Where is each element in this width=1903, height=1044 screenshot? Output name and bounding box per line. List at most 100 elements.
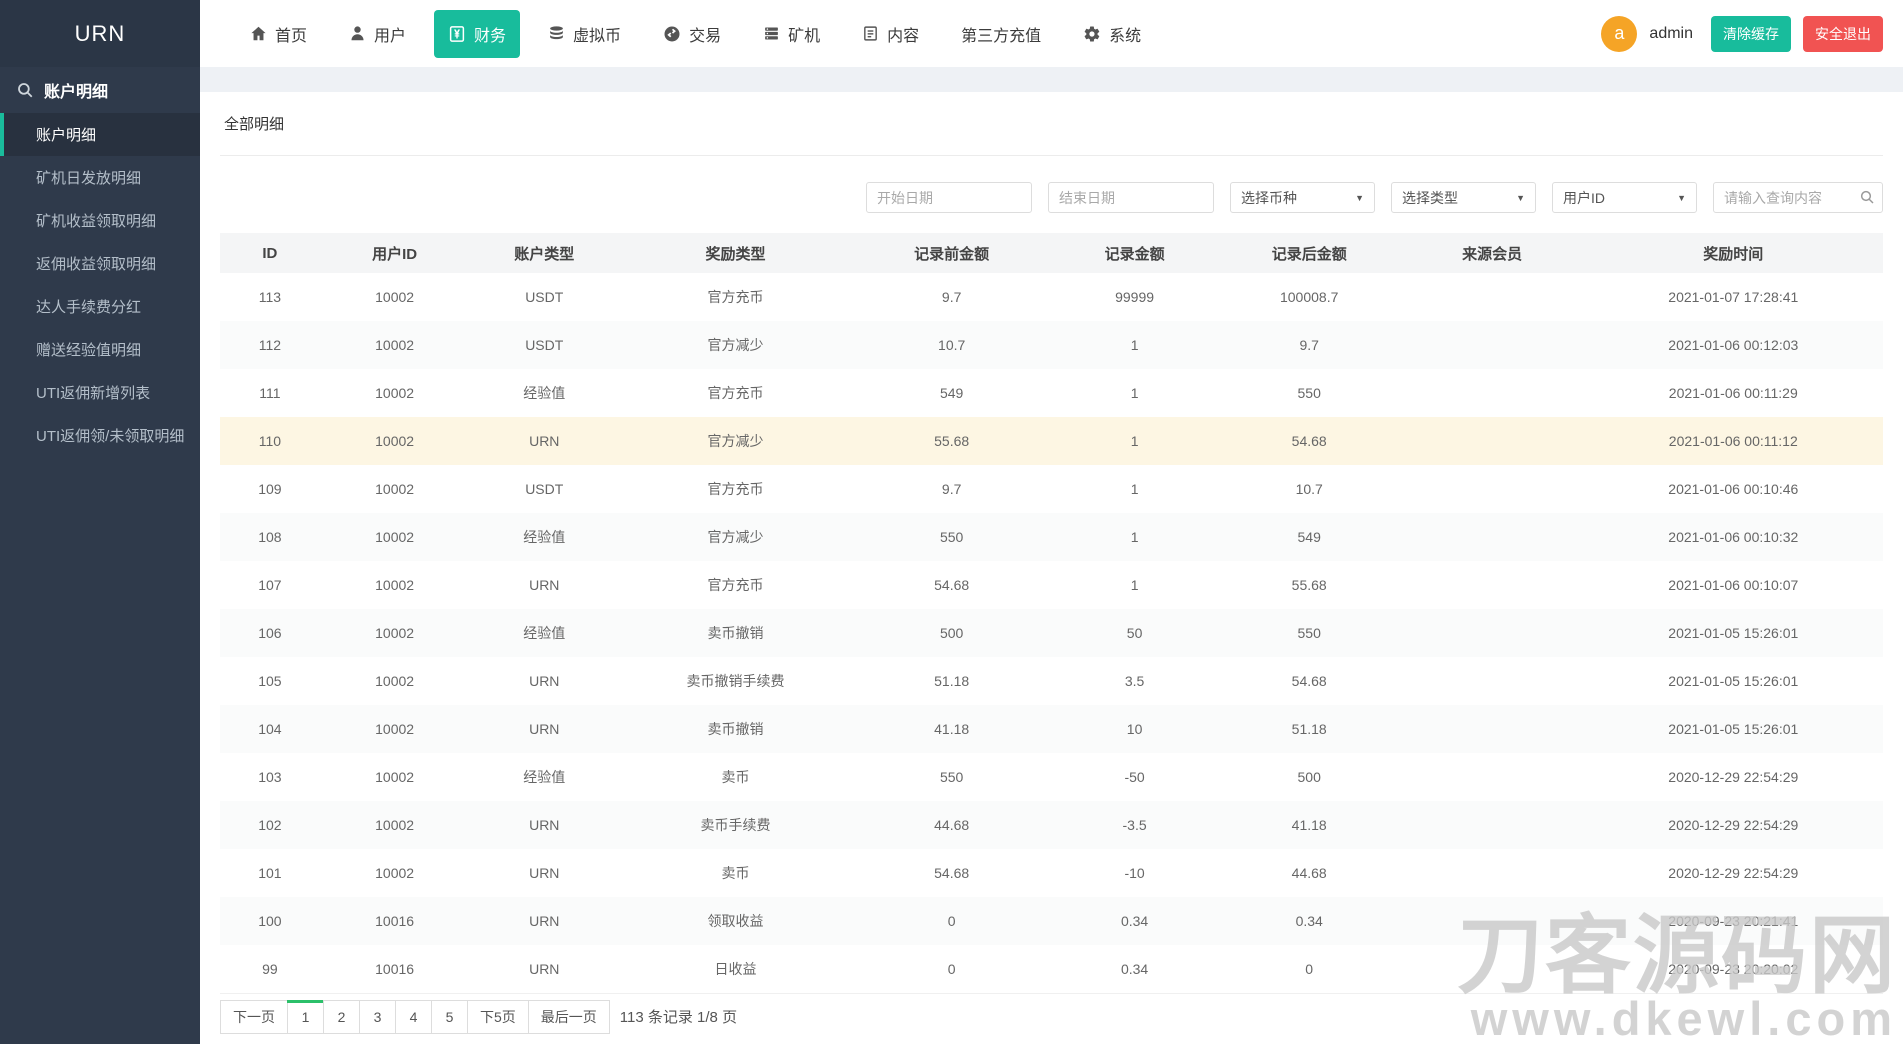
sidebar-item-miner-income-claim[interactable]: 矿机收益领取明细 [0, 199, 200, 242]
search-input[interactable] [1713, 182, 1883, 213]
table-cell: 54.68 [1218, 657, 1401, 705]
table-cell: 54.68 [852, 561, 1052, 609]
table-cell: 107 [220, 561, 320, 609]
sidebar-item-account-detail[interactable]: 账户明细 [0, 113, 200, 156]
table-row: 10410002URN卖币撤销41.181051.182021-01-05 15… [220, 705, 1883, 753]
table-cell: 105 [220, 657, 320, 705]
table-cell: 0.34 [1051, 945, 1217, 993]
sidebar-item-expert-fee-dividend[interactable]: 达人手续费分红 [0, 285, 200, 328]
pager-last-button[interactable]: 最后一页 [528, 1000, 610, 1034]
col-header-reward-time: 奖励时间 [1584, 233, 1883, 273]
coin-select-value: 选择币种 [1241, 188, 1297, 208]
table-cell: 10002 [320, 705, 470, 753]
logout-button[interactable]: 安全退出 [1803, 16, 1883, 52]
nav-item-third-party-recharge[interactable]: 第三方充值 [947, 10, 1055, 58]
document-icon [862, 25, 879, 42]
table-cell: 卖币撤销 [619, 609, 852, 657]
gear-icon [1083, 25, 1101, 43]
sidebar-item-gift-exp-detail[interactable]: 赠送经验值明细 [0, 328, 200, 371]
pager-next5-button[interactable]: 下5页 [467, 1000, 529, 1034]
pager-page-2[interactable]: 2 [323, 1000, 360, 1034]
sidebar-section-title: 账户明细 [44, 78, 108, 102]
tab-all-details[interactable]: 全部明细 [220, 113, 288, 134]
nav-item-home[interactable]: 首页 [236, 10, 321, 58]
table-cell: 103 [220, 753, 320, 801]
end-date-input[interactable] [1048, 182, 1214, 213]
nav-items: 首页 用户 财务 虚拟币 交易 [236, 10, 1155, 58]
nav-item-label: 虚拟币 [573, 22, 621, 46]
col-header-amount-before: 记录前金额 [852, 233, 1052, 273]
nav-item-label: 首页 [275, 22, 307, 46]
table-cell: 1 [1051, 465, 1217, 513]
table-cell: -10 [1051, 849, 1217, 897]
nav-item-trade[interactable]: 交易 [649, 10, 735, 58]
nav-item-content[interactable]: 内容 [848, 10, 933, 58]
pager-page-3[interactable]: 3 [359, 1000, 396, 1034]
table-row: 11310002USDT官方充币9.799999100008.72021-01-… [220, 273, 1883, 321]
start-date-input[interactable] [866, 182, 1032, 213]
table-cell: 10 [1051, 705, 1217, 753]
sidebar-item-uti-rebate-new-list[interactable]: UTI返佣新增列表 [0, 371, 200, 414]
table-cell: 官方减少 [619, 321, 852, 369]
top-navbar: 首页 用户 财务 虚拟币 交易 [200, 0, 1903, 67]
nav-item-label: 第三方充值 [961, 22, 1041, 46]
table-cell: 官方充币 [619, 465, 852, 513]
pager-page-1[interactable]: 1 [287, 1000, 324, 1034]
coin-select[interactable]: 选择币种 ▼ [1230, 182, 1375, 213]
app-window: URN 账户明细 账户明细 矿机日发放明细 矿机收益领取明细 返佣收益领取明细 … [0, 0, 1903, 1044]
sidebar-item-uti-rebate-claimed[interactable]: UTI返佣领/未领取明细 [0, 414, 200, 457]
table-cell: 官方充币 [619, 369, 852, 417]
table-cell: 0 [1218, 945, 1401, 993]
nav-item-finance[interactable]: 财务 [434, 10, 520, 58]
table-cell [1401, 513, 1584, 561]
pager-page-5[interactable]: 5 [431, 1000, 468, 1034]
user-id-select[interactable]: 用户ID ▼ [1552, 182, 1697, 213]
nav-item-miner[interactable]: 矿机 [749, 10, 834, 58]
sidebar-item-label: 矿机日发放明细 [36, 167, 141, 188]
nav-item-label: 财务 [474, 22, 506, 46]
table-cell: 领取收益 [619, 897, 852, 945]
account-detail-table: ID 用户ID 账户类型 奖励类型 记录前金额 记录金额 记录后金额 来源会员 … [220, 233, 1883, 994]
table-cell: 10002 [320, 561, 470, 609]
table-cell: 51.18 [1218, 705, 1401, 753]
table-cell [1401, 321, 1584, 369]
server-icon [763, 25, 780, 42]
table-cell: 2021-01-05 15:26:01 [1584, 609, 1883, 657]
sidebar-item-miner-daily-grant[interactable]: 矿机日发放明细 [0, 156, 200, 199]
table-cell: 经验值 [469, 513, 619, 561]
tab-bar: 全部明细 [220, 92, 1883, 156]
user-icon [349, 25, 366, 42]
table-row: 10810002经验值官方减少55015492021-01-06 00:10:3… [220, 513, 1883, 561]
col-header-id: ID [220, 233, 320, 273]
table-cell: 10016 [320, 897, 470, 945]
table-cell: 1 [1051, 417, 1217, 465]
nav-item-label: 内容 [887, 22, 919, 46]
col-header-reward-type: 奖励类型 [619, 233, 852, 273]
sidebar-item-rebate-income-claim[interactable]: 返佣收益领取明细 [0, 242, 200, 285]
table-cell: 101 [220, 849, 320, 897]
table-cell: 500 [852, 609, 1052, 657]
table-cell: 1 [1051, 321, 1217, 369]
table-cell: 10002 [320, 417, 470, 465]
finance-icon [448, 25, 466, 43]
nav-item-system[interactable]: 系统 [1069, 10, 1155, 58]
table-row: 11110002经验值官方充币54915502021-01-06 00:11:2… [220, 369, 1883, 417]
clear-cache-button[interactable]: 清除缓存 [1711, 16, 1791, 52]
table-cell: 经验值 [469, 753, 619, 801]
table-cell: 44.68 [852, 801, 1052, 849]
table-cell: 100 [220, 897, 320, 945]
table-cell: 549 [1218, 513, 1401, 561]
table-cell: -3.5 [1051, 801, 1217, 849]
pager-page-4[interactable]: 4 [395, 1000, 432, 1034]
type-select[interactable]: 选择类型 ▼ [1391, 182, 1536, 213]
pager-next-button[interactable]: 下一页 [220, 1000, 288, 1034]
table-cell: 10002 [320, 657, 470, 705]
nav-item-virtual-coin[interactable]: 虚拟币 [534, 10, 635, 58]
table-cell: 经验值 [469, 609, 619, 657]
table-cell: URN [469, 657, 619, 705]
avatar[interactable]: a [1601, 16, 1637, 52]
table-row: 11010002URN官方减少55.68154.682021-01-06 00:… [220, 417, 1883, 465]
main-column: 首页 用户 财务 虚拟币 交易 [200, 0, 1903, 1044]
table-cell: 10.7 [1218, 465, 1401, 513]
nav-item-users[interactable]: 用户 [335, 10, 420, 58]
